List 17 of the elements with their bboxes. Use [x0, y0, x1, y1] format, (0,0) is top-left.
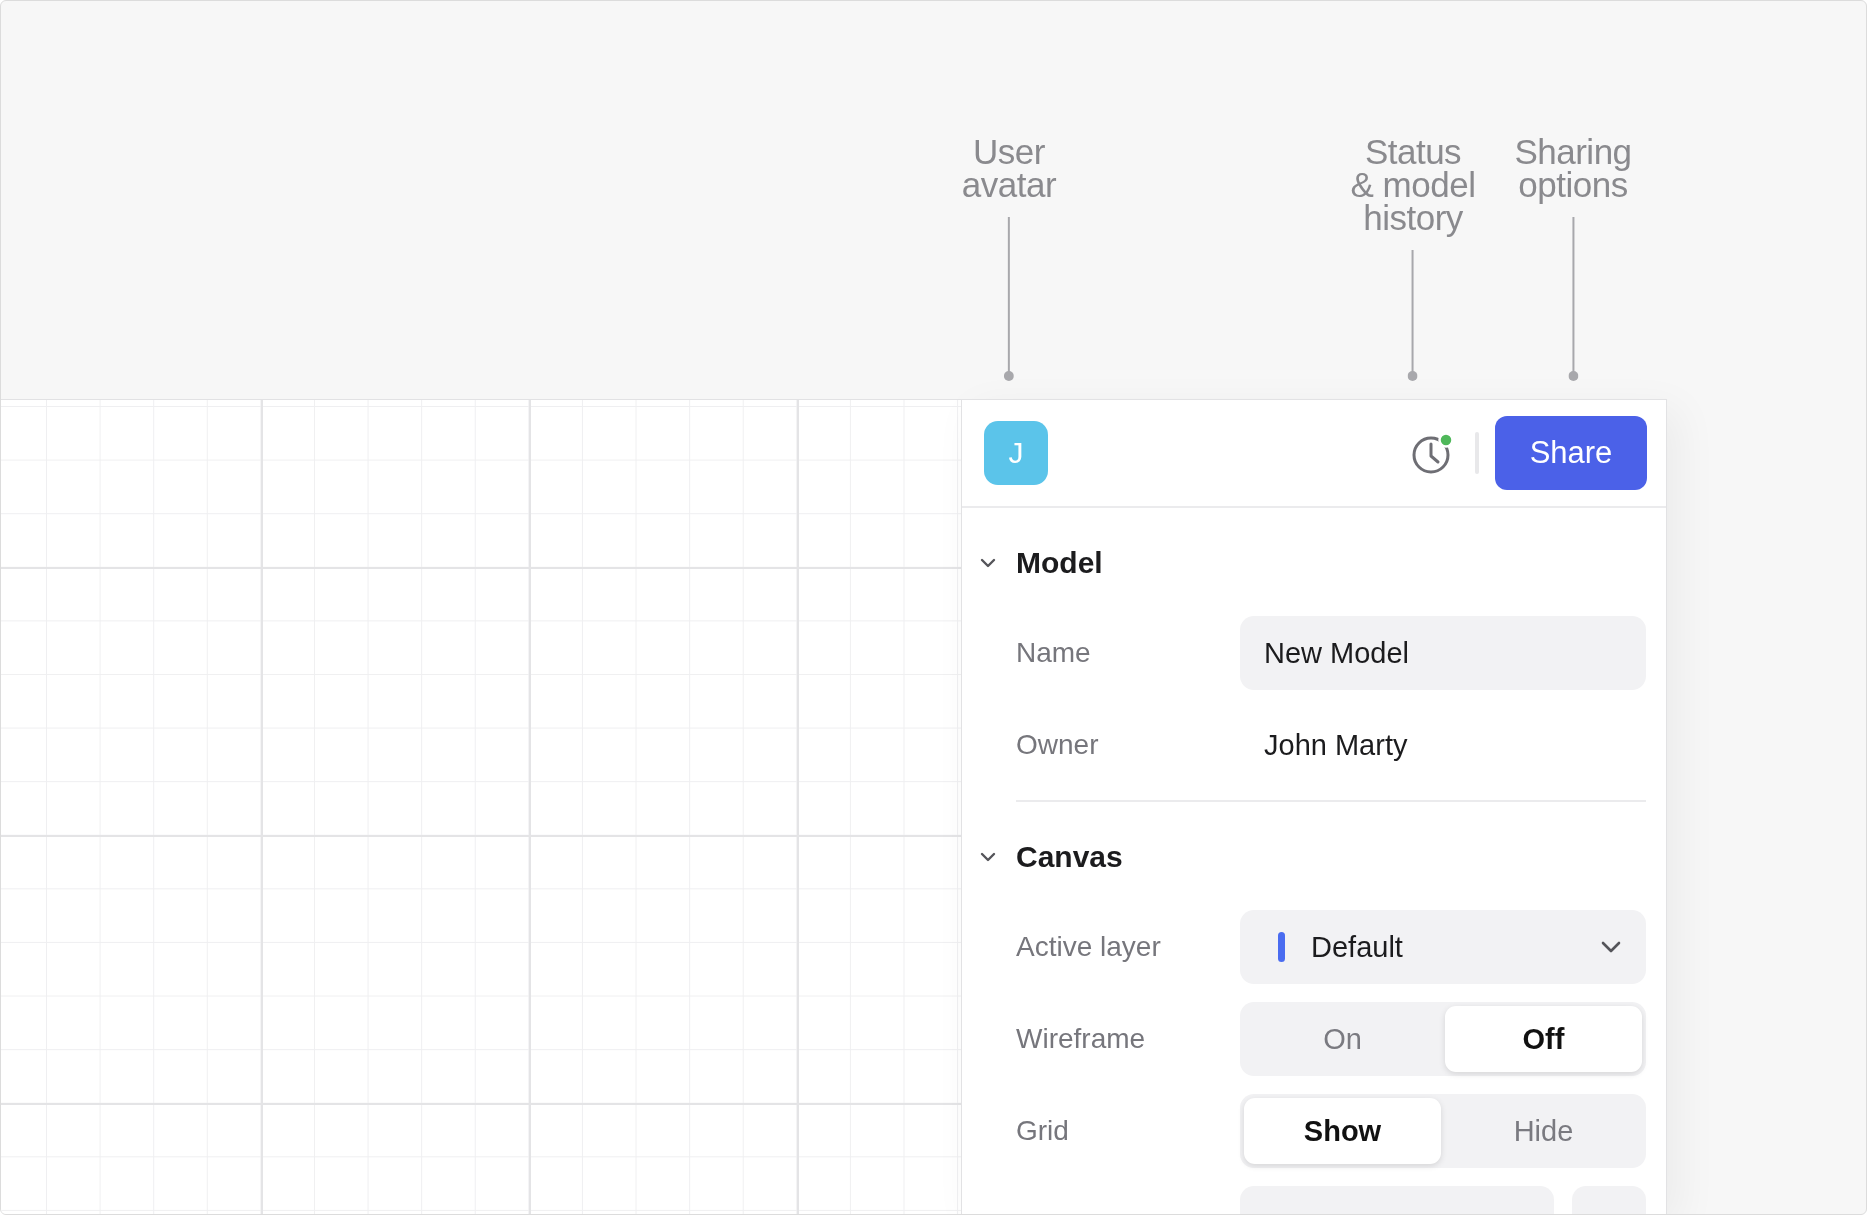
callout-label: User avatar	[961, 135, 1057, 201]
section-title: Model	[1016, 546, 1103, 580]
segment-option[interactable]: On	[1244, 1006, 1441, 1072]
field-label: Wireframe	[1016, 1023, 1147, 1055]
name-input-field[interactable]: New Model	[1240, 616, 1646, 690]
share-button[interactable]: Share	[1495, 416, 1647, 490]
layer-dropdown[interactable]: Default	[1240, 910, 1646, 984]
segment-option[interactable]: Show	[1244, 1098, 1441, 1164]
segment-option[interactable]: Hide	[1445, 1098, 1642, 1164]
chevron-down-icon	[1600, 940, 1622, 954]
field-label: Name	[1016, 637, 1092, 669]
segment-option[interactable]: Off	[1445, 1006, 1642, 1072]
owner-value: John Marty	[1263, 728, 1409, 762]
field-label: Owner	[1016, 729, 1100, 761]
section-title: Canvas	[1016, 840, 1123, 874]
field-label: Grid	[1016, 1115, 1070, 1147]
field-label: Active layer	[1016, 931, 1162, 963]
